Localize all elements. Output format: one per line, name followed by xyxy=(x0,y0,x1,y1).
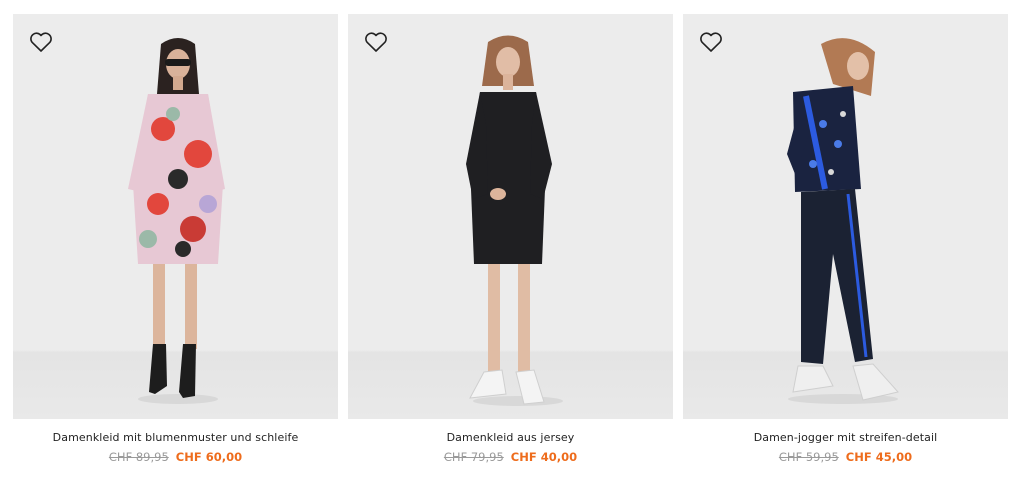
sale-price: CHF 45,00 xyxy=(845,450,913,464)
heart-icon[interactable] xyxy=(29,31,53,53)
model-photo-jogger-pants xyxy=(787,38,899,404)
heart-icon[interactable] xyxy=(699,31,723,53)
product-card[interactable]: Damenkleid aus jersey CHF 79,95 CHF 40,0… xyxy=(348,14,673,464)
product-price: CHF 79,95 CHF 40,00 xyxy=(348,450,673,464)
original-price: CHF 79,95 xyxy=(443,450,504,464)
heart-icon[interactable] xyxy=(364,31,388,53)
original-price: CHF 89,95 xyxy=(108,450,169,464)
product-title[interactable]: Damenkleid aus jersey xyxy=(348,431,673,444)
product-image[interactable] xyxy=(13,14,338,419)
product-title[interactable]: Damenkleid mit blumenmuster und schleife xyxy=(13,431,338,444)
sale-price: CHF 40,00 xyxy=(510,450,578,464)
product-price: CHF 59,95 CHF 45,00 xyxy=(683,450,1008,464)
product-title[interactable]: Damen-jogger mit streifen-detail xyxy=(683,431,1008,444)
product-card[interactable]: Damen-jogger mit streifen-detail CHF 59,… xyxy=(683,14,1008,464)
product-card[interactable]: Damenkleid mit blumenmuster und schleife… xyxy=(13,14,338,464)
product-image[interactable] xyxy=(348,14,673,419)
product-price: CHF 89,95 CHF 60,00 xyxy=(13,450,338,464)
model-photo-jersey-dress xyxy=(466,35,563,406)
original-price: CHF 59,95 xyxy=(778,450,839,464)
model-photo-floral-dress xyxy=(128,38,225,404)
sale-price: CHF 60,00 xyxy=(175,450,243,464)
product-image[interactable] xyxy=(683,14,1008,419)
product-grid: Damenkleid mit blumenmuster und schleife… xyxy=(13,14,1008,464)
